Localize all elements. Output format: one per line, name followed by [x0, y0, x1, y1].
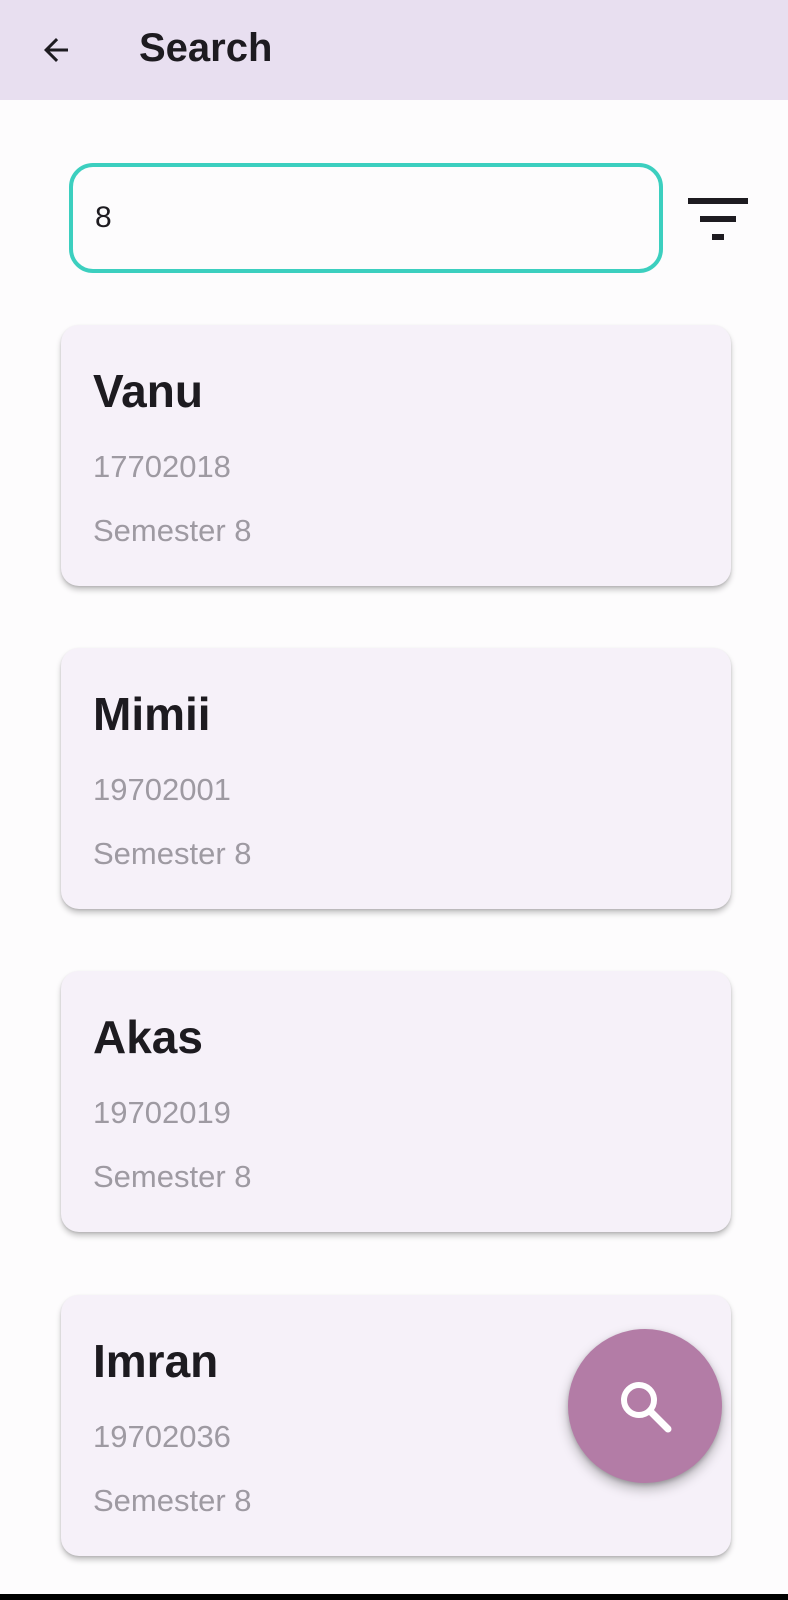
filter-list-icon — [688, 198, 748, 240]
app-bar: Search — [0, 0, 788, 100]
arrow-back-icon — [44, 38, 68, 62]
student-semester: Semester 8 — [93, 513, 252, 548]
student-name: Vanu — [93, 365, 203, 417]
student-id: 17702018 — [93, 449, 231, 484]
student-name: Imran — [93, 1335, 219, 1387]
student-name: Mimii — [93, 688, 211, 740]
search-icon — [621, 1382, 672, 1433]
filter-button[interactable] — [680, 188, 756, 252]
student-card[interactable]: Akas 19702019 Semester 8 — [61, 971, 731, 1232]
student-name: Akas — [93, 1011, 203, 1063]
student-semester: Semester 8 — [93, 1483, 252, 1518]
search-fab-button[interactable] — [568, 1329, 722, 1483]
page-title: Search — [139, 26, 273, 70]
search-input[interactable] — [95, 201, 659, 235]
student-card[interactable]: Mimii 19702001 Semester 8 — [61, 648, 731, 909]
back-button[interactable] — [28, 22, 84, 78]
student-id: 19702036 — [93, 1419, 231, 1454]
student-card[interactable]: Vanu 17702018 Semester 8 — [61, 325, 731, 586]
student-id: 19702001 — [93, 772, 231, 807]
student-semester: Semester 8 — [93, 836, 252, 871]
student-id: 19702019 — [93, 1095, 231, 1130]
bottom-edge — [0, 1594, 788, 1600]
student-semester: Semester 8 — [93, 1159, 252, 1194]
search-field[interactable] — [69, 163, 663, 273]
